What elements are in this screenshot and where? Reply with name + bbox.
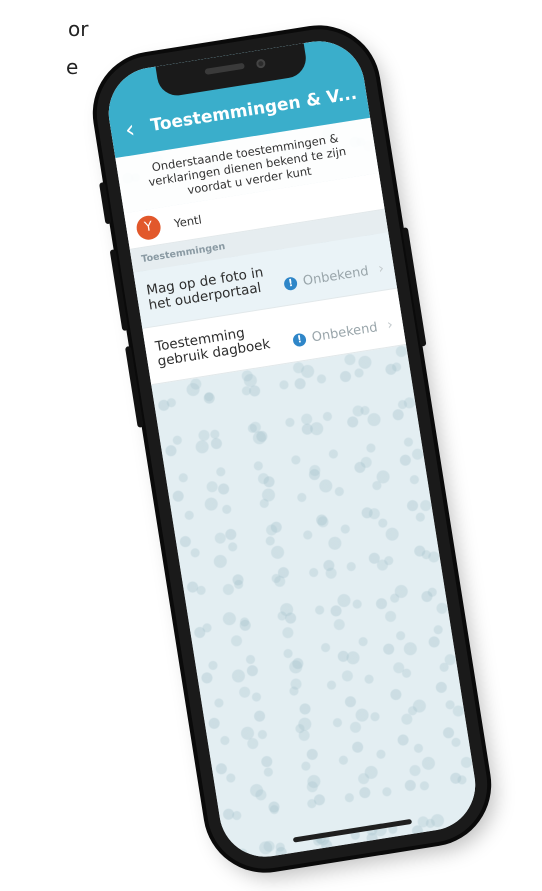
chevron-right-icon: › (386, 316, 395, 334)
child-name: Yentl (173, 212, 203, 231)
mute-switch (98, 181, 112, 225)
permission-label: Mag op de foto in het ouderportaal (145, 264, 265, 314)
phone-frame: ‹ Toestemmingen & V... Onderstaande toes… (88, 21, 496, 877)
avatar: Y (134, 213, 163, 242)
chevron-right-icon: › (377, 260, 386, 278)
main-content: Onderstaande toestemmingen & verklaringe… (115, 117, 407, 386)
info-icon: ! (283, 275, 299, 291)
status-text: Onbekend (310, 319, 379, 345)
power-button (401, 227, 427, 347)
permission-label: Toestemming gebruik dagboek (154, 325, 272, 370)
chevron-left-icon[interactable]: ‹ (123, 115, 147, 144)
permission-status: ! Onbekend › (292, 317, 394, 349)
front-camera (255, 58, 266, 69)
permission-status: ! Onbekend › (283, 261, 385, 293)
phone-screen: ‹ Toestemmingen & V... Onderstaande toes… (102, 34, 482, 864)
device-mockup: ‹ Toestemmingen & V... Onderstaande toes… (0, 0, 542, 891)
volume-down-button (124, 345, 144, 428)
status-text: Onbekend (301, 263, 370, 289)
volume-up-button (109, 249, 129, 332)
info-icon: ! (292, 332, 308, 347)
speaker-grille (204, 62, 245, 75)
